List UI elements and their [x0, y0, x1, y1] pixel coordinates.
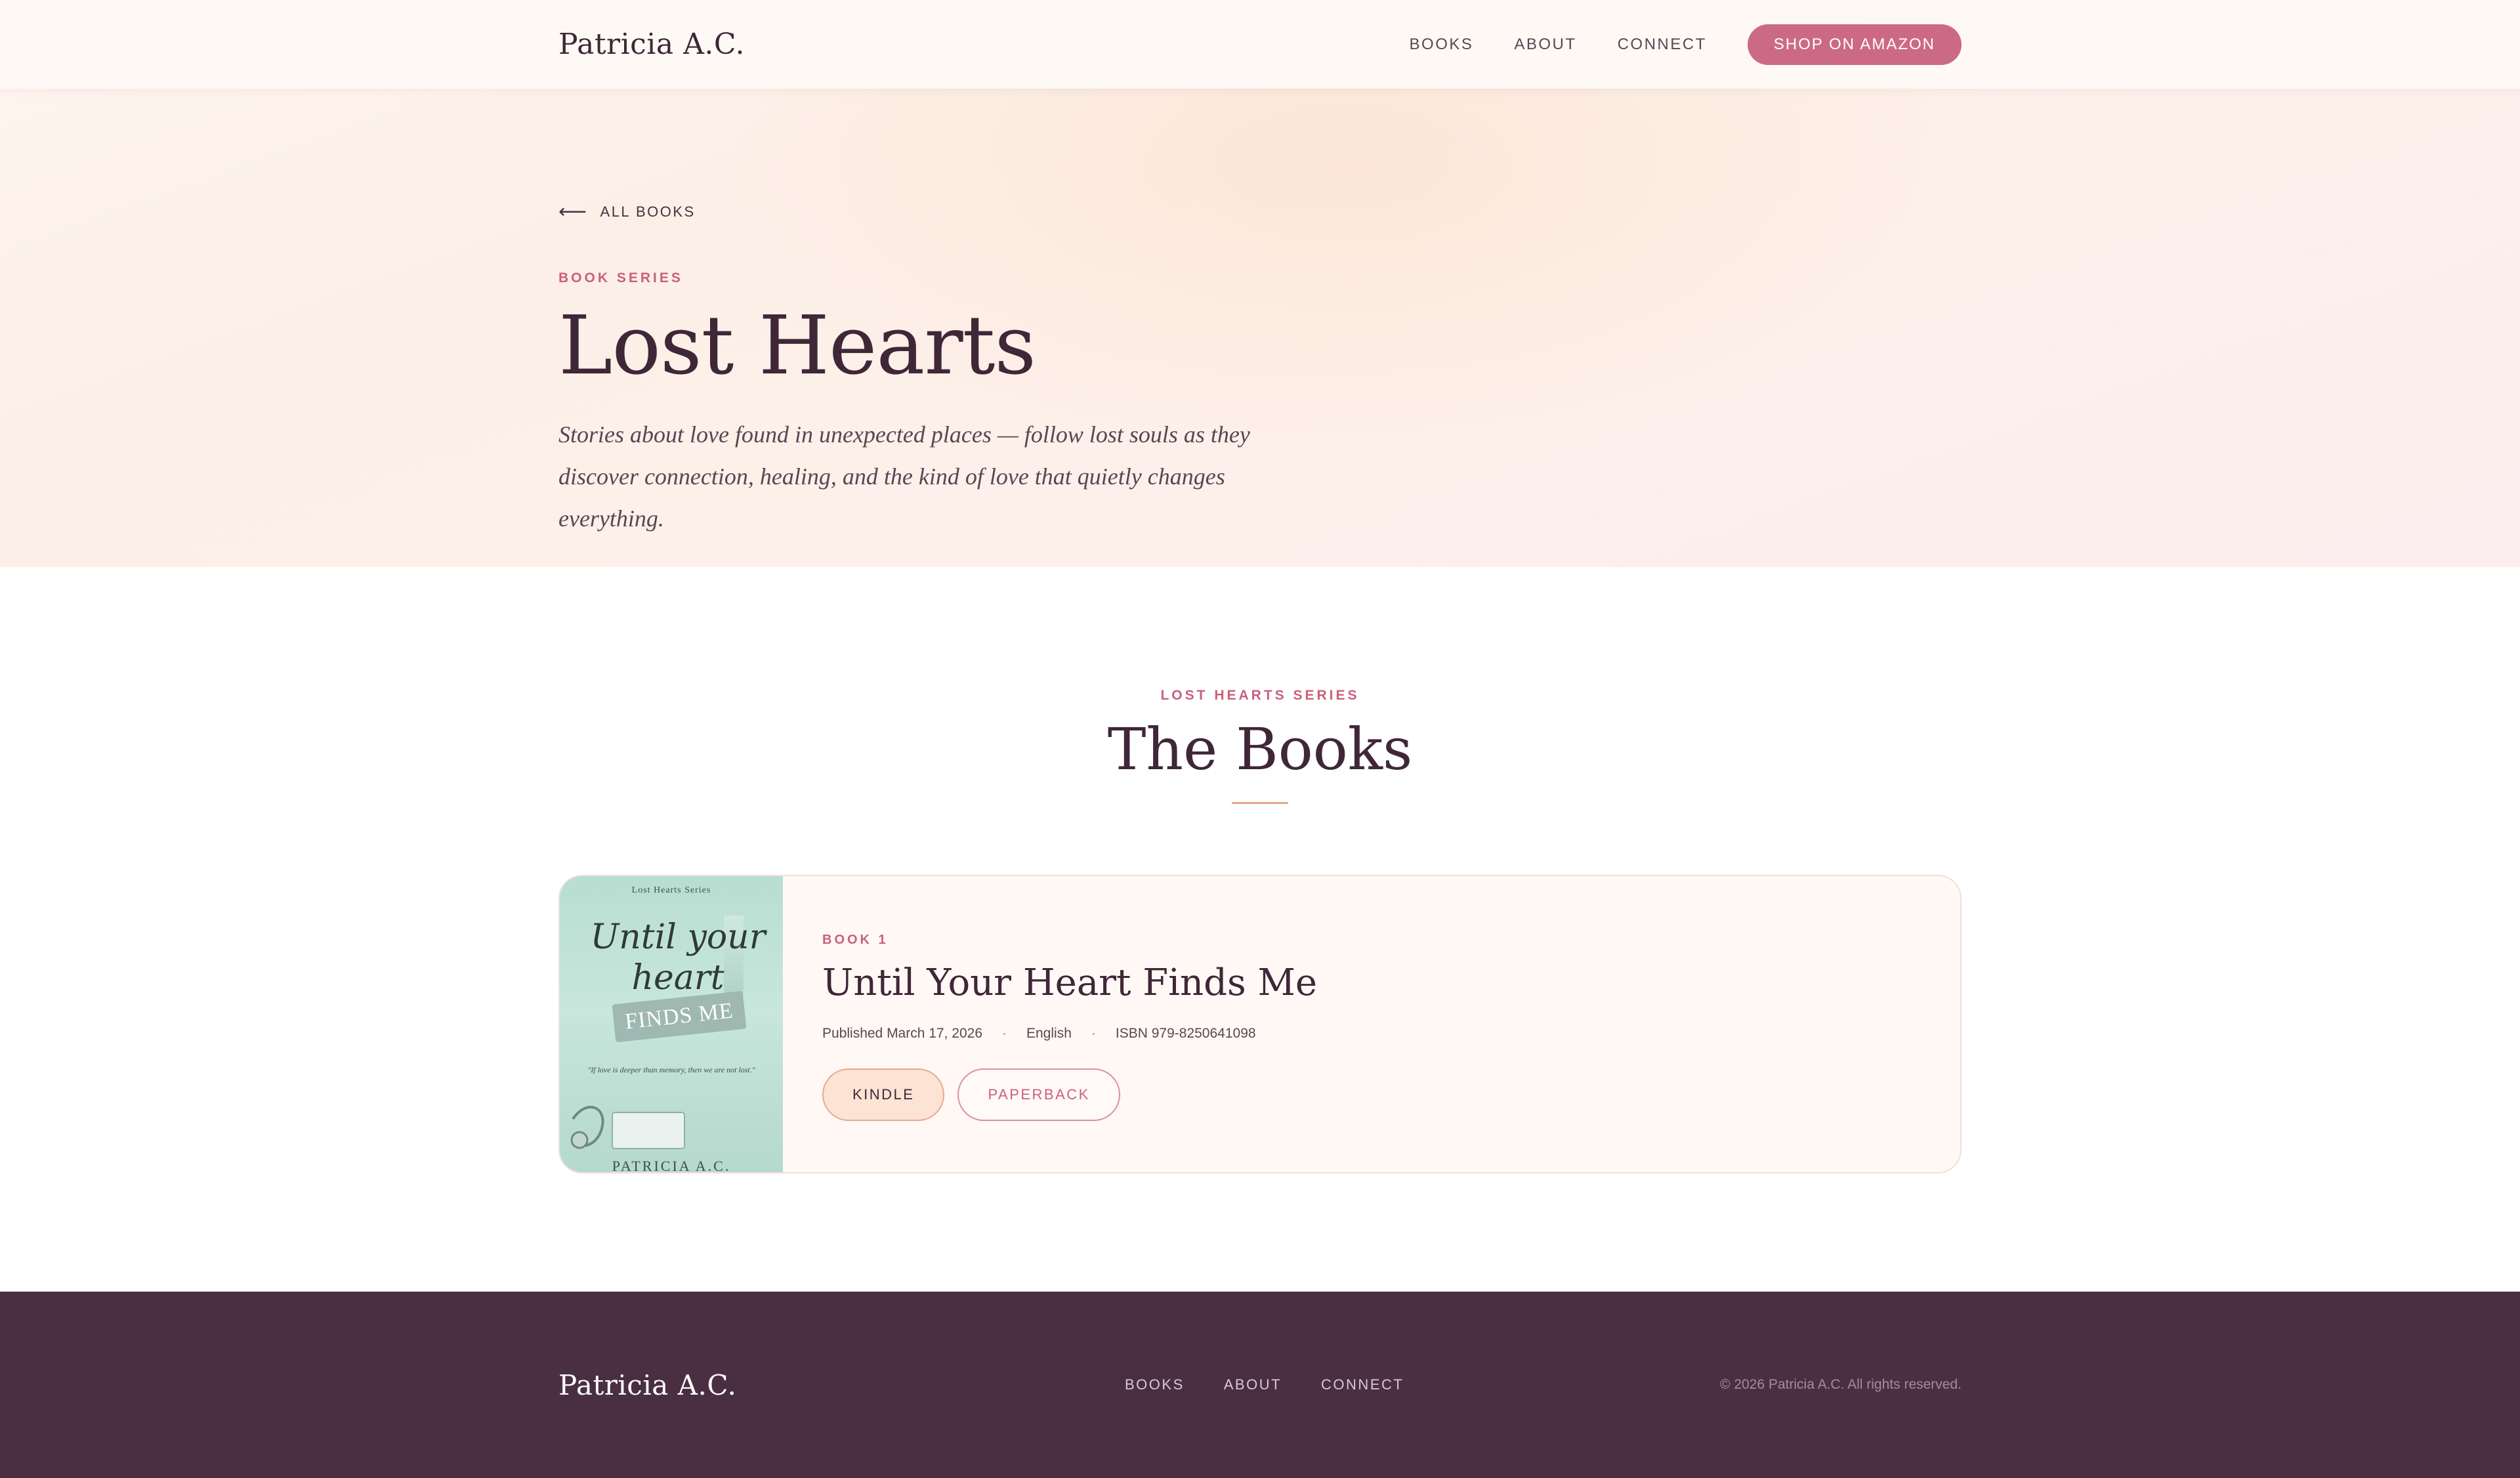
cover-script-title: Until your heart — [590, 918, 766, 998]
footer-links: BOOKS ABOUT CONNECT — [1125, 1376, 1443, 1393]
stethoscope-illustration — [570, 1105, 685, 1149]
cover-author: PATRICIA A.C. — [612, 1158, 731, 1172]
book-title[interactable]: Until Your Heart Finds Me — [822, 961, 1317, 1004]
paperback-button[interactable]: PAPERBACK — [957, 1068, 1120, 1121]
meta-separator: · — [1002, 1026, 1007, 1041]
book-number: BOOK 1 — [822, 933, 889, 947]
shop-on-amazon-button[interactable]: SHOP ON AMAZON — [1747, 24, 1962, 65]
cover-quote: "If love is deeper than memory, then we … — [587, 1065, 755, 1074]
copyright: © 2026 Patricia A.C. All rights reserved… — [1720, 1377, 1962, 1392]
publish-date: Published March 17, 2026 — [822, 1026, 982, 1041]
nav-link-books[interactable]: BOOKS — [1410, 35, 1474, 54]
cover-series-label: Lost Hearts Series — [631, 885, 711, 895]
kindle-button[interactable]: KINDLE — [822, 1068, 945, 1121]
footer-logo[interactable]: Patricia A.C. — [558, 1369, 736, 1401]
format-buttons: KINDLE PAPERBACK — [822, 1068, 1120, 1121]
footer-link-books[interactable]: BOOKS — [1125, 1376, 1185, 1393]
books-heading: The Books — [1107, 715, 1413, 783]
top-nav: Patricia A.C. BOOKS ABOUT CONNECT SHOP O… — [0, 0, 2520, 89]
footer: Patricia A.C. BOOKS ABOUT CONNECT © 2026… — [0, 1292, 2520, 1478]
book-details: BOOK 1 Until Your Heart Finds Me Publish… — [783, 876, 1960, 1172]
book-cover-image[interactable]: Lost Hearts Series Until your heart FIND… — [560, 876, 783, 1172]
nav-links: BOOKS ABOUT CONNECT SHOP ON AMAZON — [1369, 24, 1962, 65]
heading-divider — [1232, 802, 1288, 804]
nav-link-about[interactable]: ABOUT — [1514, 35, 1576, 54]
book-isbn: ISBN 979-8250641098 — [1115, 1026, 1256, 1041]
book-card: Lost Hearts Series Until your heart FIND… — [558, 875, 1962, 1173]
footer-link-about[interactable]: ABOUT — [1224, 1376, 1282, 1393]
cover-tag: FINDS ME — [612, 990, 747, 1043]
site-logo[interactable]: Patricia A.C. — [558, 28, 745, 61]
book-meta: Published March 17, 2026 · English · ISB… — [822, 1026, 1256, 1042]
meta-separator: · — [1091, 1026, 1096, 1041]
footer-link-connect[interactable]: CONNECT — [1321, 1376, 1404, 1393]
books-eyebrow: LOST HEARTS SERIES — [1160, 688, 1360, 703]
nav-link-connect[interactable]: CONNECT — [1618, 35, 1707, 54]
book-language: English — [1026, 1026, 1072, 1041]
